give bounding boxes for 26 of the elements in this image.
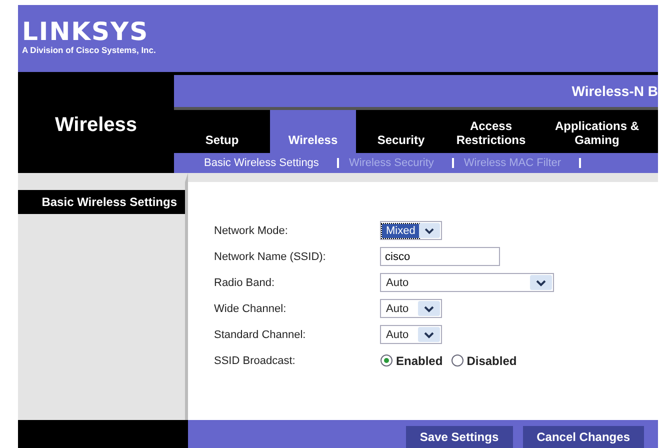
section-title: Wireless — [54, 114, 138, 138]
cancel-button[interactable]: Cancel Changes — [522, 426, 644, 448]
chevron-down-icon — [418, 301, 440, 316]
product-name: Wireless-N B — [572, 82, 658, 99]
field-label: Network Mode: — [214, 224, 289, 236]
dropdown[interactable]: Auto — [380, 325, 442, 344]
field-label: Network Name (SSID): — [214, 250, 327, 262]
radio-option[interactable]: Disabled — [450, 354, 517, 368]
dropdown[interactable]: Auto — [380, 273, 554, 292]
radio-option[interactable]: Enabled — [380, 354, 443, 368]
chevron-down-icon — [418, 327, 440, 342]
sidebar-heading: Basic Wireless Settings — [18, 190, 185, 214]
dropdown[interactable]: Mixed — [380, 221, 442, 240]
input-field[interactable]: cisco — [380, 247, 500, 266]
chevron-down-icon — [419, 223, 440, 238]
dropdown[interactable]: Auto — [380, 299, 442, 318]
field-label: SSID Broadcast: — [214, 354, 296, 366]
subnav-tab[interactable]: Basic Wireless Settings — [194, 156, 337, 169]
save-button[interactable]: Save Settings — [406, 426, 513, 448]
tagline: A Division of Cisco Systems, Inc. — [22, 45, 156, 55]
field-label: Radio Band: — [214, 276, 276, 288]
field-label: Standard Channel: — [214, 328, 307, 340]
nav-tab[interactable]: Wireless — [270, 110, 356, 153]
field-label: Wide Channel: — [214, 302, 288, 314]
chevron-down-icon — [530, 275, 552, 290]
logo: LINKSYS — [22, 19, 149, 45]
